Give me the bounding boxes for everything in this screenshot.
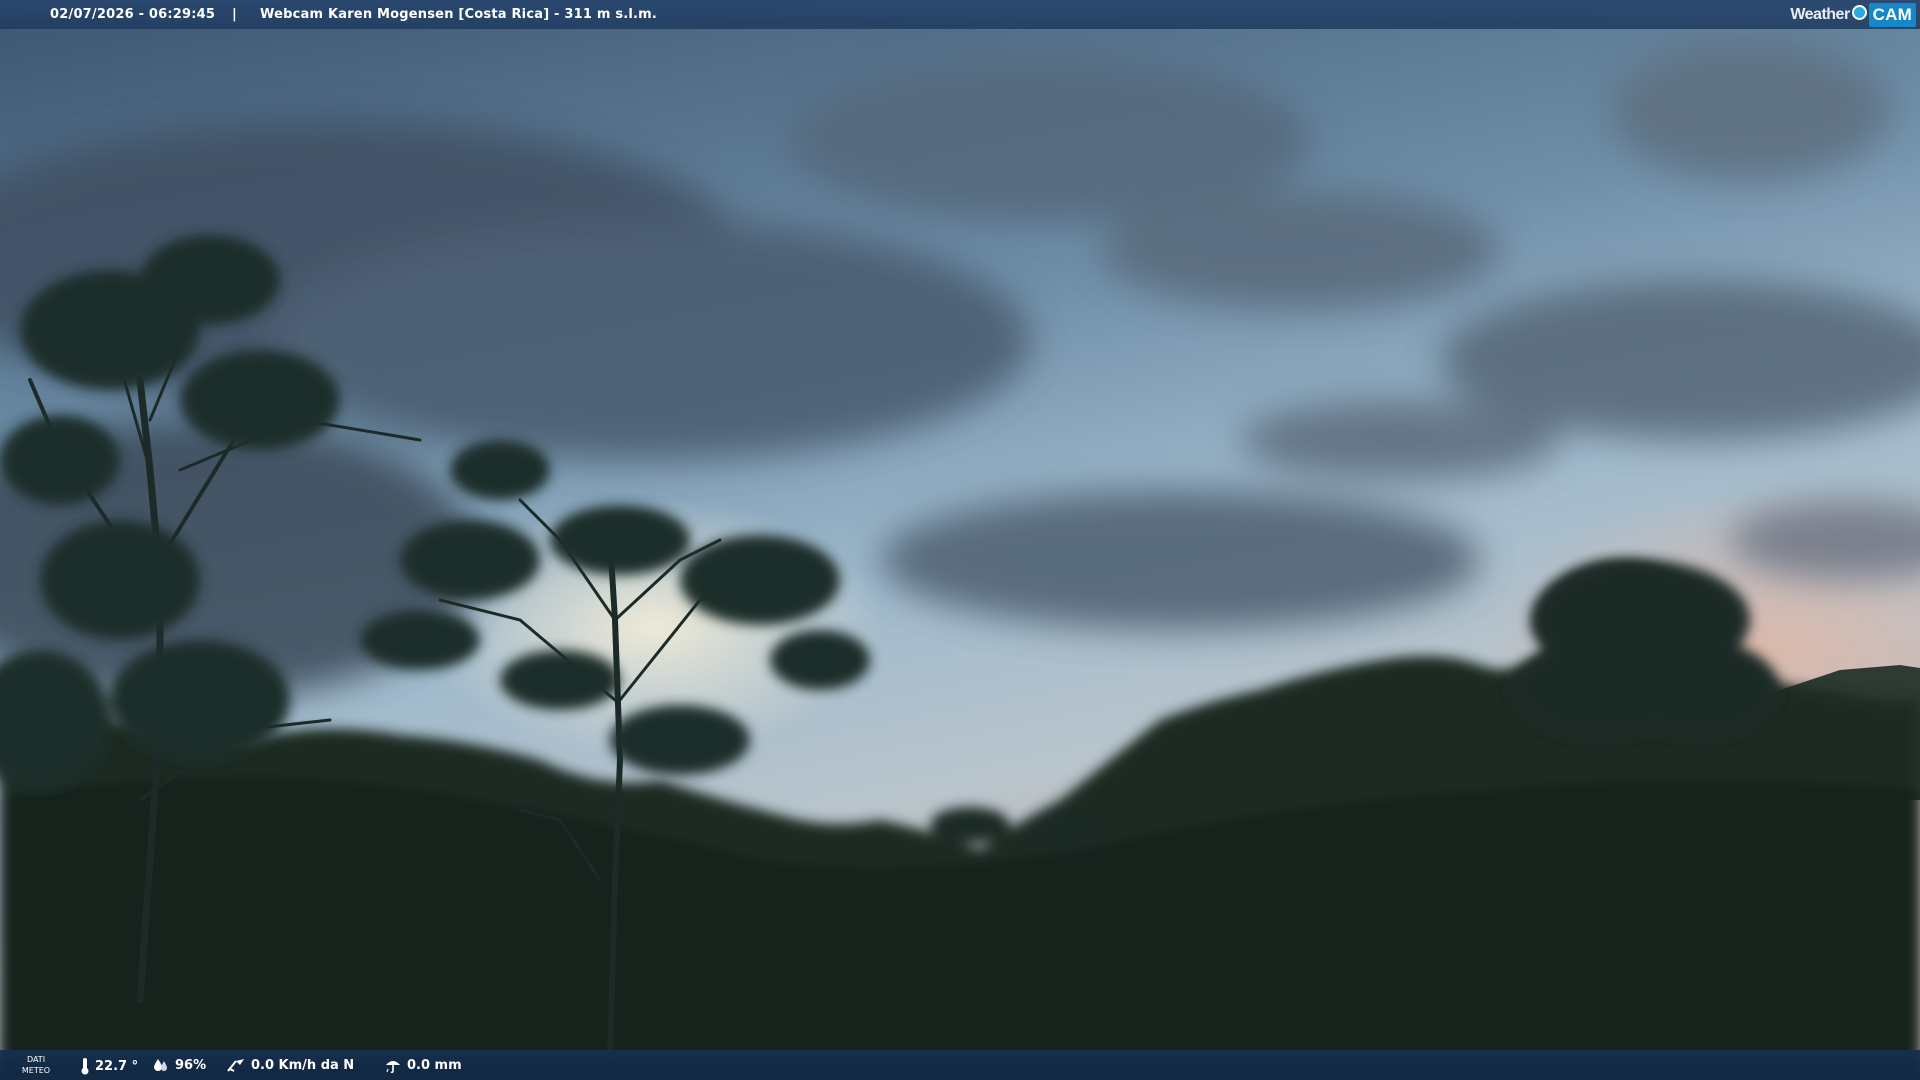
webcam-scene	[0, 0, 1920, 1080]
thermometer-icon	[81, 1058, 89, 1075]
rain-value: 0.0 mm	[407, 1057, 462, 1073]
humidity-value: 96%	[175, 1057, 207, 1073]
weathercam-logo: Weather CAM	[1790, 0, 1920, 29]
temperature-reading: 22.7 °	[80, 1057, 138, 1075]
humidity-reading: 96%	[152, 1057, 206, 1073]
logo-cam-text: CAM	[1868, 2, 1916, 27]
humidity-icon	[154, 1059, 167, 1071]
logo-weather-text: Weather	[1790, 5, 1850, 23]
logo-dot-icon	[1851, 5, 1867, 20]
separator: |	[232, 7, 237, 22]
label-line2: METEO	[21, 1066, 51, 1075]
temperature-value: 22.7 °	[95, 1058, 139, 1074]
wind-icon	[227, 1059, 244, 1072]
overlay-top-bar: 02/07/2026 - 06:29:45 | Webcam Karen Mog…	[0, 0, 1920, 29]
rain-reading: 0.0 mm	[384, 1057, 462, 1073]
wind-value: 0.0 Km/h da N	[251, 1057, 355, 1073]
weather-data-label: DATI METEO	[20, 1054, 52, 1076]
rain-icon	[386, 1061, 400, 1073]
camera-title: Webcam Karen Mogensen [Costa Rica] - 311…	[260, 7, 658, 22]
wind-reading: 0.0 Km/h da N	[226, 1057, 354, 1073]
label-line1: DATI	[26, 1055, 46, 1064]
weather-data-bar: DATI METEO 22.7 ° 96% 0.0 Km/h da N 0.0 …	[0, 1050, 1920, 1080]
timestamp: 02/07/2026 - 06:29:45	[50, 7, 216, 22]
